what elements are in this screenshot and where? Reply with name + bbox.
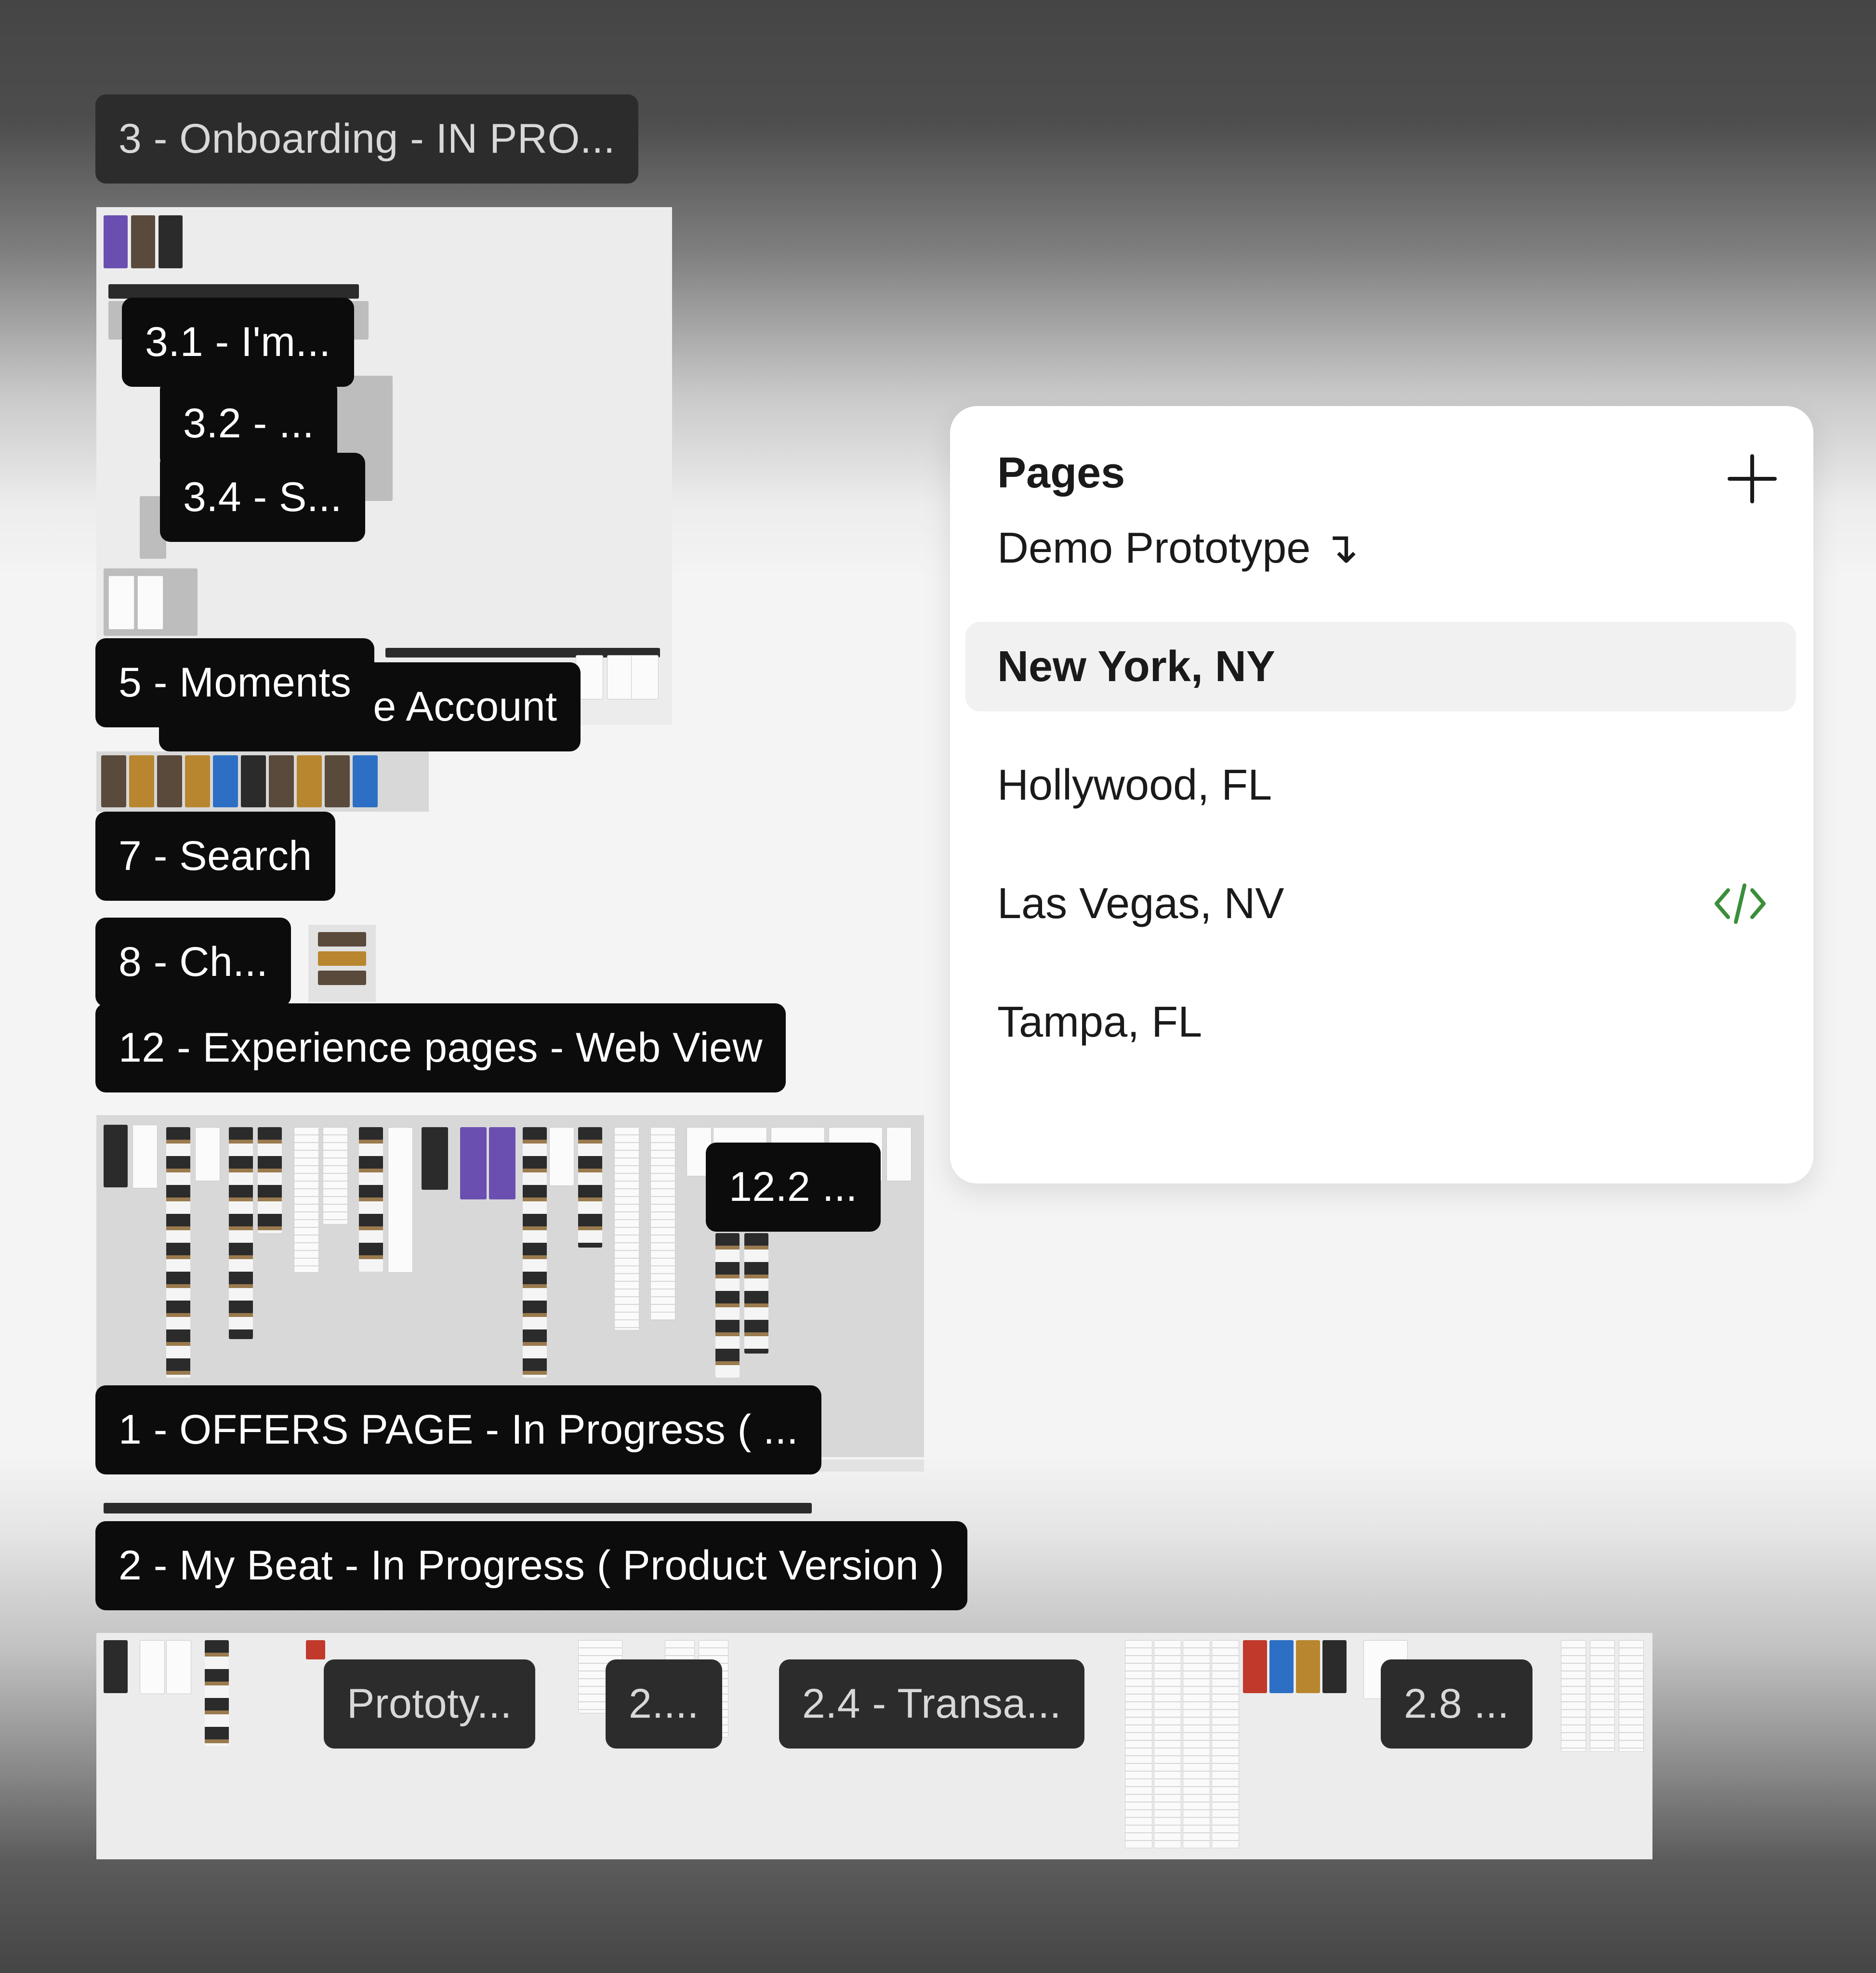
frame-thumbnail [353,755,378,807]
frame-thumbnail [241,755,266,807]
frame-thumbnail [185,755,210,807]
frame-thumbnail [549,1127,574,1186]
frame-label-12-2[interactable]: 12.2 ... [706,1143,881,1232]
frame-thumbnail [607,655,634,699]
page-item-demo-prototype[interactable]: Demo Prototype ↴ [965,503,1796,593]
frame-thumbnail [104,1503,812,1513]
frame-thumbnail [489,1127,515,1199]
page-item-label: Hollywood, FL [997,761,1272,809]
frame-thumbnail [104,1640,128,1693]
frame-thumbnail [131,215,155,268]
frame-thumbnail [318,951,366,966]
frame-thumbnail [1590,1640,1615,1752]
frame-thumbnail [1561,1640,1586,1752]
frame-thumbnail [1212,1640,1239,1848]
page-item-hollywood[interactable]: Hollywood, FL [965,740,1796,830]
pages-panel-title: Pages [997,449,1125,497]
frame-thumbnail [388,1127,413,1273]
page-item-new-york[interactable]: New York, NY [965,622,1796,711]
frame-thumbnail [166,1640,191,1694]
frame-label-checkout[interactable]: 8 - Ch... [95,918,291,1007]
frame-label-2-x[interactable]: 2.... [606,1659,722,1749]
frame-thumbnail [269,755,294,807]
frame-thumbnail [213,755,238,807]
frame-thumbnail [886,1127,912,1181]
frame-thumbnail [1296,1640,1320,1693]
frame-thumbnail [460,1127,487,1199]
frame-thumbnail [159,215,183,268]
frame-thumbnail [614,1127,639,1330]
frame-label-experience[interactable]: 12 - Experience pages - Web View [95,1003,786,1092]
page-item-label: Las Vegas, NV [997,880,1284,928]
frame-label-2-8[interactable]: 2.8 ... [1381,1659,1533,1749]
frame-thumbnail [195,1127,220,1181]
frame-thumbnail [1269,1640,1294,1693]
frame-thumbnail [523,1127,547,1378]
frame-thumbnail [715,1233,740,1378]
frame-thumbnail [650,1127,675,1321]
frame-label-moments[interactable]: 5 - Moments [95,638,375,727]
pages-panel: Pages Demo Prototype ↴ New York, NY Holl… [950,406,1813,1184]
frame-thumbnail [229,1127,253,1339]
frame-label-transactions[interactable]: 2.4 - Transa... [779,1659,1085,1749]
frame-thumbnail [359,1127,383,1272]
frame-thumbnail [132,1125,158,1188]
frame-thumbnail [1154,1640,1181,1848]
frame-thumbnail [1125,1640,1152,1848]
frame-thumbnail [258,1127,282,1233]
frame-thumbnail [318,932,366,947]
frame-thumbnail [108,284,359,299]
frame-thumbnail [104,215,128,268]
frame-thumbnail [140,1640,165,1694]
frame-thumbnail [1243,1640,1267,1693]
frame-label-offers[interactable]: 1 - OFFERS PAGE - In Progress ( ... [95,1385,822,1474]
frame-thumbnail [157,755,182,807]
frame-thumbnail [108,576,134,630]
frame-label-prototype[interactable]: Prototy... [324,1659,535,1749]
frame-thumbnail [744,1233,768,1354]
frame-thumbnail [1322,1640,1347,1693]
frame-thumbnail [101,755,126,807]
frame-thumbnail [422,1127,448,1190]
page-item-label: New York, NY [997,643,1275,691]
frame-thumbnail [294,1127,319,1273]
frame-thumbnail [631,655,659,699]
code-icon [1715,883,1766,924]
frame-thumbnail [297,755,322,807]
frame-thumbnail [318,971,366,985]
frame-thumbnail [578,1127,602,1248]
frame-label-3-1[interactable]: 3.1 - I'm... [122,298,354,387]
frame-thumbnail [166,1127,190,1378]
frame-label-my-beat[interactable]: 2 - My Beat - In Progress ( Product Vers… [95,1521,968,1610]
frame-thumbnail [104,1125,128,1187]
frame-thumbnail [129,755,154,807]
frame-thumbnail [137,576,163,630]
frame-label-onboarding[interactable]: 3 - Onboarding - IN PRO... [95,94,639,184]
add-page-button[interactable] [1726,452,1779,505]
frame-thumbnail [306,1640,325,1659]
page-item-label: Demo Prototype ↴ [997,524,1359,572]
page-item-tampa[interactable]: Tampa, FL [965,977,1796,1067]
page-item-las-vegas[interactable]: Las Vegas, NV [965,859,1796,948]
page-item-label: Tampa, FL [997,998,1202,1046]
plus-icon [1728,454,1777,503]
frame-label-3-4[interactable]: 3.4 - S... [160,453,366,542]
frame-thumbnail [1183,1640,1210,1848]
frame-thumbnail [205,1640,229,1746]
frame-thumbnail [1619,1640,1644,1752]
frame-label-search[interactable]: 7 - Search [95,812,335,901]
frame-thumbnail [325,755,350,807]
frame-thumbnail [323,1127,348,1224]
